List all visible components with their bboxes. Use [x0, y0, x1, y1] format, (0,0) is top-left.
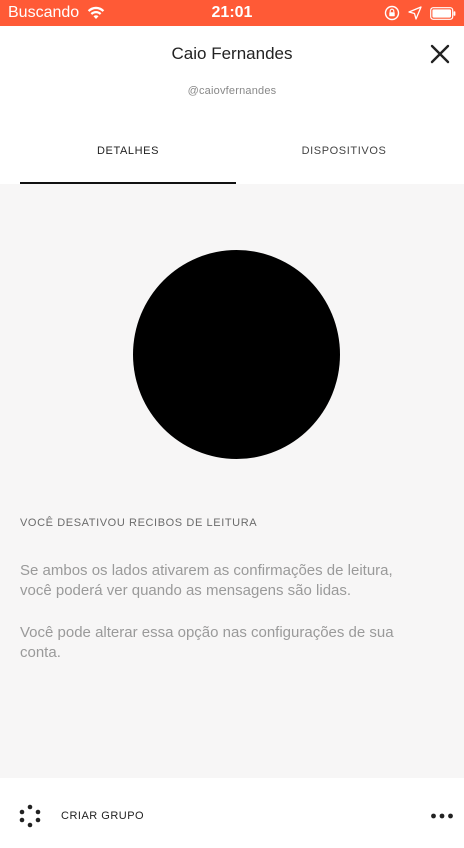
rotation-lock-icon [384, 5, 400, 21]
contact-handle: @caiovfernandes [187, 85, 277, 97]
bottom-bar: CRIAR GRUPO [0, 778, 464, 848]
read-receipts-settings-hint: Você pode alterar essa opção nas configu… [20, 624, 394, 661]
group-dots-icon [19, 804, 41, 828]
location-arrow-icon [408, 6, 422, 20]
more-horizontal-icon[interactable] [430, 808, 454, 824]
tab-detalhes[interactable]: DETALHES [20, 136, 236, 182]
status-bar: Buscando 21:01 [0, 0, 464, 26]
profile-header: Caio Fernandes @caiovfernandes DETALHES … [0, 26, 464, 184]
create-group-label: CRIAR GRUPO [61, 810, 145, 822]
tab-dispositivos[interactable]: DISPOSITIVOS [236, 136, 452, 182]
details-panel: VOCÊ DESATIVOU RECIBOS DE LEITURA Se amb… [0, 184, 464, 778]
tab-bar: DETALHES DISPOSITIVOS [0, 136, 464, 184]
status-right [384, 0, 456, 26]
create-group-button[interactable]: CRIAR GRUPO [18, 804, 144, 828]
read-receipts-title: VOCÊ DESATIVOU RECIBOS DE LEITURA [20, 517, 258, 529]
read-receipts-description: Se ambos os lados ativarem as confirmaçõ… [20, 562, 393, 599]
contact-name: Caio Fernandes [171, 44, 293, 63]
close-icon[interactable] [428, 42, 452, 66]
avatar [133, 250, 340, 459]
battery-icon [430, 6, 456, 20]
